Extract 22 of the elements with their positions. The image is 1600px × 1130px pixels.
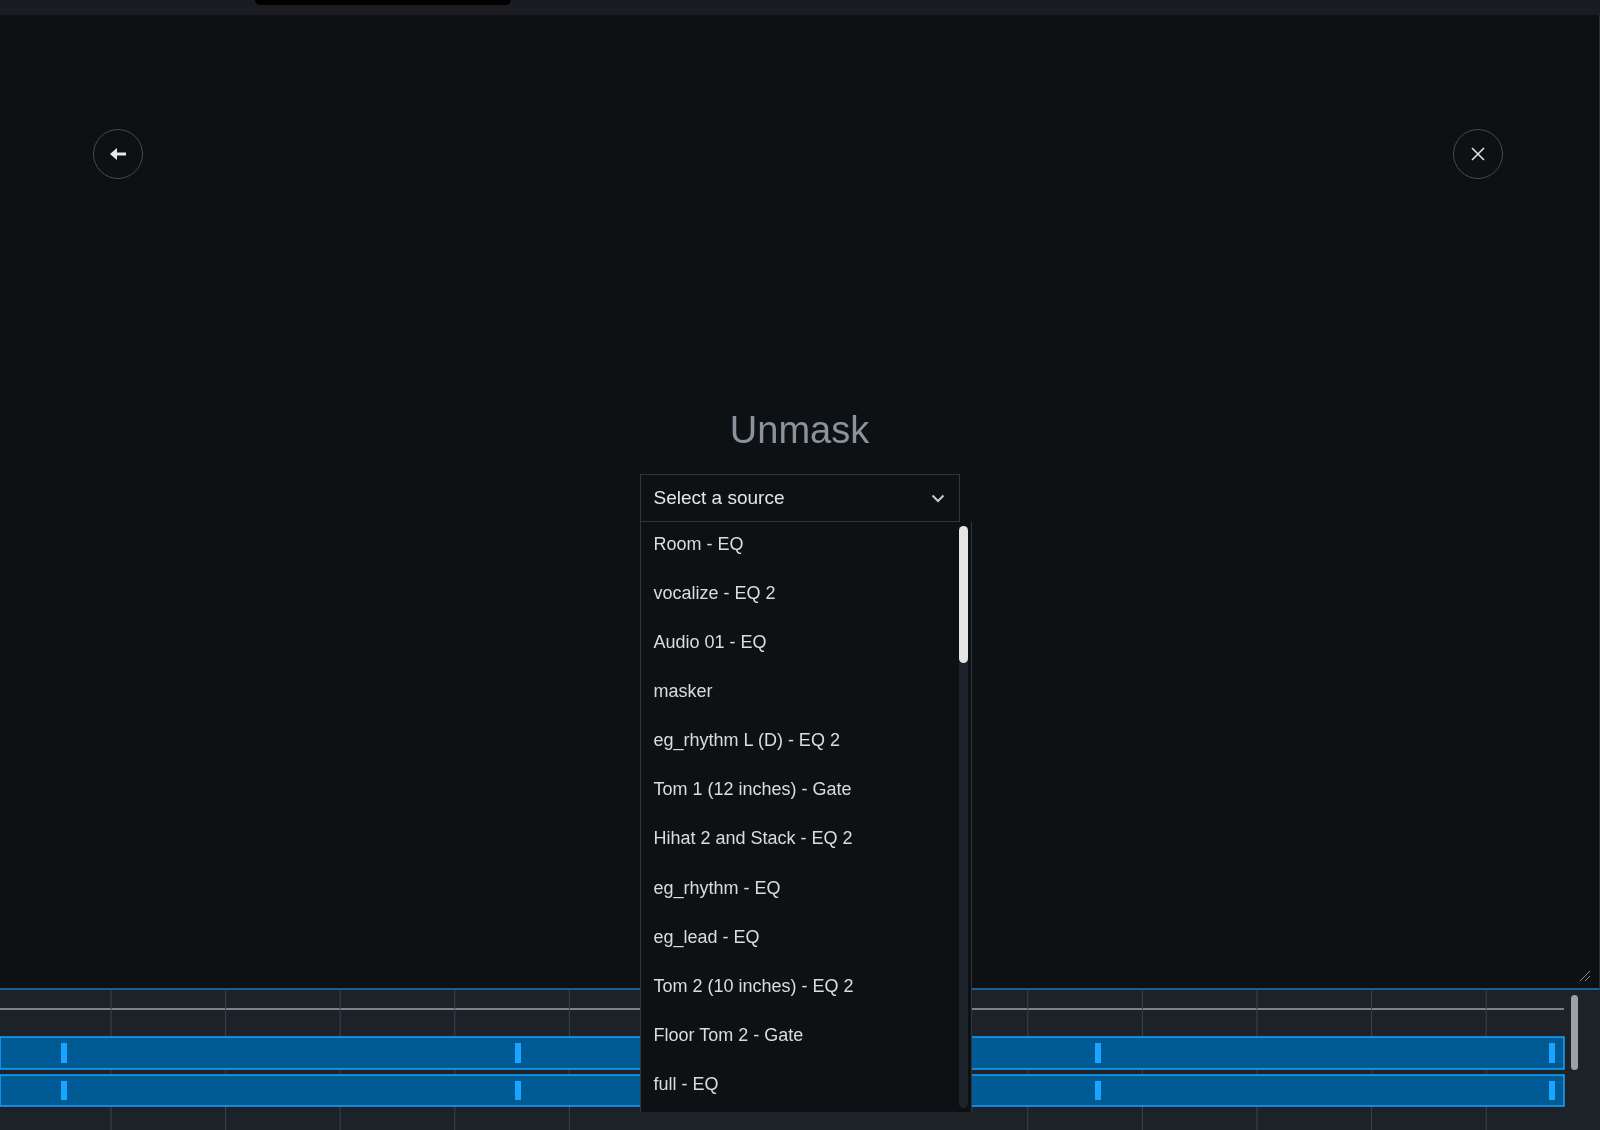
close-button[interactable]: [1453, 129, 1503, 179]
back-button[interactable]: [93, 129, 143, 179]
dialog-title: Unmask: [729, 408, 870, 453]
dropdown-option[interactable]: full - EQ: [640, 1062, 959, 1112]
back-arrow-icon: [109, 147, 127, 161]
dropdown-option[interactable]: eg_lead - EQ: [640, 915, 959, 965]
dropdown-option[interactable]: Room - EQ: [640, 523, 959, 573]
dropdown-option[interactable]: vocalize - EQ 2: [640, 572, 959, 622]
dropdown-option[interactable]: Tom 2 (10 inches) - EQ 2: [640, 964, 959, 1014]
scrollbar[interactable]: [958, 526, 968, 1108]
dropdown-option[interactable]: masker: [640, 670, 959, 720]
resize-grip-icon[interactable]: [1579, 970, 1591, 982]
source-dropdown[interactable]: Select a source: [639, 474, 960, 522]
dropdown-option[interactable]: Floor Tom 2 - Gate: [640, 1013, 959, 1063]
chevron-down-icon: [930, 493, 945, 503]
dropdown-option[interactable]: Audio 01 - EQ: [640, 621, 959, 671]
dropdown-option[interactable]: eg_rhythm - EQ: [640, 866, 959, 916]
dropdown-placeholder: Select a source: [653, 487, 785, 509]
dropdown-option[interactable]: eg_rhythm L (D) - EQ 2: [640, 719, 959, 769]
close-icon: [1471, 147, 1485, 161]
dropdown-option[interactable]: Tom 1 (12 inches) - Gate: [640, 768, 959, 818]
dropdown-option[interactable]: Hihat 2 and Stack - EQ 2: [640, 817, 959, 867]
